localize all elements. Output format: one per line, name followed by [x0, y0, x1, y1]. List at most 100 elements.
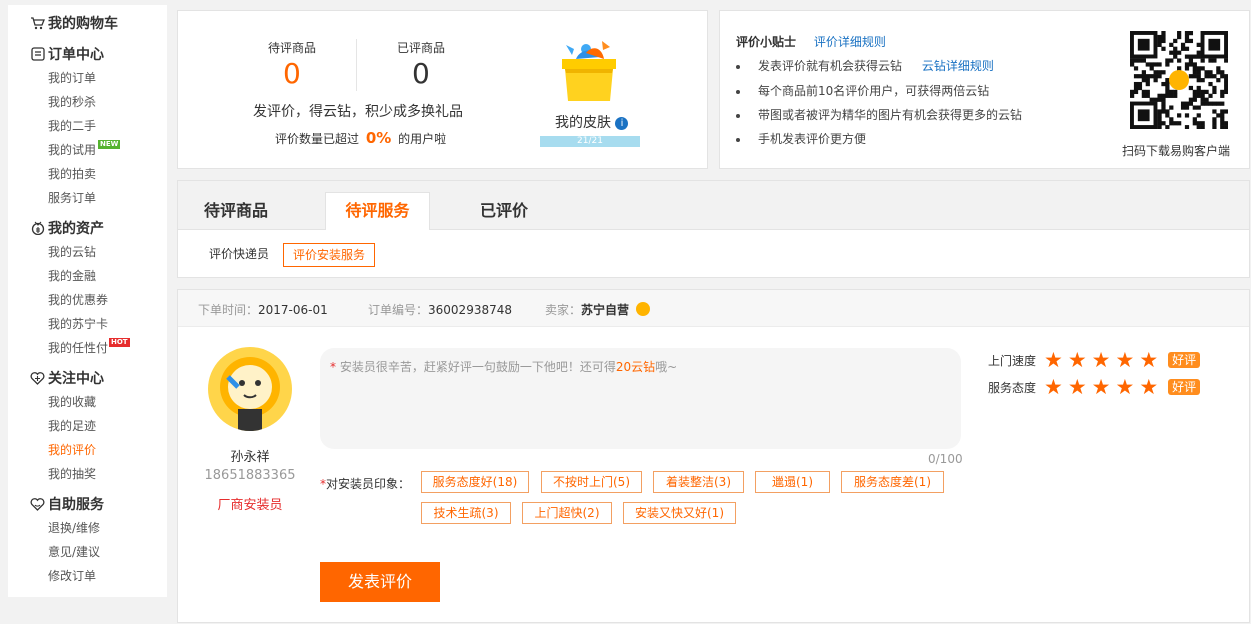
hot-badge: HOT	[109, 338, 130, 347]
exceed-line: 评价数量已超过 0% 的用户啦	[275, 129, 447, 147]
tag-late[interactable]: 不按时上门(5)	[541, 471, 642, 493]
info-icon[interactable]: i	[615, 117, 629, 130]
service-icon	[30, 497, 45, 512]
sidebar-item-finance[interactable]: 我的金融	[8, 264, 167, 288]
star-icon[interactable]: ★	[1092, 348, 1111, 372]
sidebar-group-cart: 我的购物车	[8, 11, 167, 35]
tag-bad-attitude[interactable]: 服务态度差(1)	[841, 471, 944, 493]
tab-pending-service[interactable]: 待评服务	[325, 192, 430, 230]
done-label: 已评商品	[397, 41, 446, 55]
subtab-installation[interactable]: 评价安装服务	[283, 243, 376, 267]
order-date: 下单时间：2017-06-01	[198, 303, 328, 317]
sidebar-item-renxingfu[interactable]: 我的任性付 HOT	[8, 336, 167, 360]
installer-phone: 18651883365	[204, 468, 296, 483]
review-stats-card: 待评商品 0 已评商品 0 发评价，得云钻，积少成多换礼品 评价数量已超过 0%…	[177, 10, 708, 169]
new-badge: NEW	[98, 140, 121, 149]
suning-lion-icon	[635, 302, 650, 316]
tab-reviewed[interactable]: 已评价	[454, 193, 554, 230]
tag-fast-install[interactable]: 安装又快又好(1)	[623, 502, 736, 524]
sidebar: 我的购物车 订单中心 我的订单 我的秒杀 我的二手 我的试用 NEW 我的拍卖 服…	[8, 5, 167, 597]
tip-line-2: 每个商品前10名评价用户，可获得两倍云钻	[736, 82, 989, 99]
sidebar-item-favorites[interactable]: 我的收藏	[8, 390, 167, 414]
rating-speed-verdict: 好评	[1168, 352, 1201, 368]
order-header: 下单时间：2017-06-01 订单编号：36002938748 卖家：苏宁自营	[178, 290, 1249, 327]
sidebar-group-assets: 我的资产 我的云钻 我的金融 我的优惠券 我的苏宁卡 我的任性付 HOT	[8, 216, 167, 360]
rating-speed: 上门速度 ★ ★ ★ ★ ★ 好评	[988, 349, 1201, 371]
order-review-card: 下单时间：2017-06-01 订单编号：36002938748 卖家：苏宁自营…	[177, 289, 1250, 623]
cart-icon	[30, 16, 45, 31]
sidebar-group-follow: 关注中心 我的收藏 我的足迹 我的评价 我的抽奖	[8, 366, 167, 486]
star-icon[interactable]: ★	[1116, 375, 1135, 399]
sidebar-item-return-repair[interactable]: 退换/维修	[8, 516, 167, 540]
heart-icon	[30, 371, 45, 386]
installer-role: 厂商安装员	[217, 498, 283, 513]
star-icon[interactable]: ★	[1116, 348, 1135, 372]
tag-good-attitude[interactable]: 服务态度好(18)	[421, 471, 529, 493]
tip-line-1: 发表评价就有机会获得云钻 云钻详细规则	[736, 57, 994, 74]
installer-name: 孙永祥	[230, 450, 270, 465]
sidebar-item-my-reviews[interactable]: 我的评价	[8, 438, 167, 462]
list-icon	[30, 47, 45, 62]
star-icon[interactable]: ★	[1068, 375, 1087, 399]
yunzuan-rules-link[interactable]: 云钻详细规则	[922, 59, 994, 73]
sidebar-item-flash-sale[interactable]: 我的秒杀	[8, 90, 167, 114]
sidebar-item-footprints[interactable]: 我的足迹	[8, 414, 167, 438]
installer-avatar	[208, 347, 292, 431]
sidebar-item-my-orders[interactable]: 我的订单	[8, 66, 167, 90]
stats-divider	[356, 39, 357, 91]
star-icon[interactable]: ★	[1068, 348, 1087, 372]
order-number: 订单编号：36002938748	[368, 303, 512, 317]
tag-fast-arrival[interactable]: 上门超快(2)	[522, 502, 612, 524]
sidebar-item-suning-card[interactable]: 我的苏宁卡	[8, 312, 167, 336]
sidebar-group-self-service: 自助服务 退换/维修 意见/建议 修改订单	[8, 492, 167, 588]
skin-progress-bar: 21/21	[540, 136, 640, 147]
sidebar-item-lottery[interactable]: 我的抽奖	[8, 462, 167, 486]
review-tips-card: 评价小贴士 评价详细规则 发表评价就有机会获得云钻 云钻详细规则 每个商品前10…	[719, 10, 1250, 169]
sidebar-item-service-orders[interactable]: 服务订单	[8, 186, 167, 210]
tips-header: 评价小贴士 评价详细规则	[736, 35, 886, 49]
exceed-percent: 0%	[365, 129, 392, 147]
skin-label-row: 我的皮肤 i	[555, 112, 629, 132]
tag-neat[interactable]: 着装整洁(3)	[653, 471, 744, 493]
review-tabs-card: 待评商品 待评服务 已评价 评价快递员 评价安装服务	[177, 180, 1250, 278]
sidebar-item-yunzuan[interactable]: 我的云钻	[8, 240, 167, 264]
sidebar-head-cart[interactable]: 我的购物车	[8, 11, 167, 35]
tag-unskilled[interactable]: 技术生疏(3)	[421, 502, 511, 524]
rating-attitude-stars[interactable]: ★ ★ ★ ★ ★	[1044, 376, 1163, 398]
pending-label: 待评商品	[268, 41, 317, 55]
star-icon[interactable]: ★	[1044, 375, 1063, 399]
submit-review-button[interactable]: 发表评价	[320, 562, 440, 602]
sidebar-item-second-hand[interactable]: 我的二手	[8, 114, 167, 138]
sidebar-item-auction[interactable]: 我的拍卖	[8, 162, 167, 186]
order-seller: 卖家：苏宁自营	[545, 301, 650, 318]
sidebar-item-modify-order[interactable]: 修改订单	[8, 564, 167, 588]
done-count[interactable]: 0	[412, 58, 430, 90]
review-textarea[interactable]: * 安装员很辛苦，赶紧好评一句鼓励一下他吧！还可得20云钻哦~	[320, 348, 961, 449]
tag-sloppy[interactable]: 邋遢(1)	[755, 471, 830, 493]
rules-link[interactable]: 评价详细规则	[814, 35, 886, 49]
qr-caption: 扫码下载易购客户端	[1122, 144, 1231, 158]
star-icon[interactable]: ★	[1044, 348, 1063, 372]
rating-attitude-verdict: 好评	[1168, 379, 1201, 395]
sidebar-head-follow[interactable]: 关注中心	[8, 366, 167, 390]
rating-speed-stars[interactable]: ★ ★ ★ ★ ★	[1044, 349, 1163, 371]
sidebar-item-feedback[interactable]: 意见/建议	[8, 540, 167, 564]
sidebar-head-orders[interactable]: 订单中心	[8, 42, 167, 66]
sidebar-item-trial[interactable]: 我的试用 NEW	[8, 138, 167, 162]
sidebar-group-orders: 订单中心 我的订单 我的秒杀 我的二手 我的试用 NEW 我的拍卖 服务订单	[8, 42, 167, 210]
qr-code-icon	[1130, 31, 1229, 130]
star-icon[interactable]: ★	[1139, 375, 1158, 399]
tip-line-4: 手机发表评价更方便	[736, 130, 866, 147]
subtab-courier[interactable]: 评价快递员	[209, 243, 269, 267]
gift-box-icon[interactable]	[556, 37, 620, 103]
sidebar-item-coupons[interactable]: 我的优惠券	[8, 288, 167, 312]
pending-count[interactable]: 0	[283, 58, 301, 90]
star-icon[interactable]: ★	[1139, 348, 1158, 372]
sidebar-head-assets[interactable]: 我的资产	[8, 216, 167, 240]
sidebar-head-self-service[interactable]: 自助服务	[8, 492, 167, 516]
char-count: 0/100	[928, 452, 963, 466]
wallet-icon	[30, 221, 45, 236]
tab-pending-goods[interactable]: 待评商品	[186, 193, 286, 230]
tip-line-3: 带图或者被评为精华的图片有机会获得更多的云钻	[736, 106, 1022, 123]
star-icon[interactable]: ★	[1092, 375, 1111, 399]
